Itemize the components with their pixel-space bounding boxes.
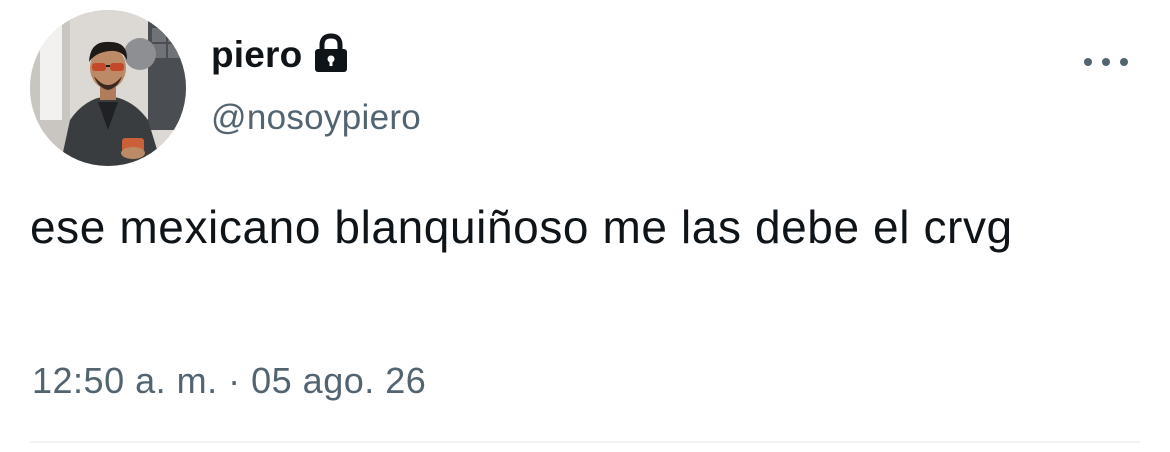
divider	[30, 441, 1140, 443]
more-horizontal-icon	[1084, 58, 1092, 66]
avatar[interactable]	[30, 10, 186, 166]
lock-icon	[312, 33, 350, 73]
tweet-text: ese mexicano blanquiñoso me las debe el …	[30, 201, 1013, 253]
name-row: piero	[211, 30, 350, 80]
tweet-timestamp[interactable]: 12:50 a. m. · 05 ago. 26	[32, 360, 426, 402]
more-horizontal-icon-dot	[1102, 58, 1110, 66]
user-handle[interactable]: @nosoypiero	[211, 98, 421, 138]
tweet-time: 12:50 a. m.	[32, 360, 218, 401]
more-horizontal-icon-dot	[1120, 58, 1128, 66]
tweet-card: piero @nosoypiero ese mexicano blanquiño…	[0, 0, 1170, 452]
more-options-button[interactable]	[1084, 50, 1128, 74]
display-name[interactable]: piero	[211, 34, 302, 76]
meta-separator: ·	[228, 360, 241, 401]
tweet-date: 05 ago. 26	[251, 360, 427, 401]
